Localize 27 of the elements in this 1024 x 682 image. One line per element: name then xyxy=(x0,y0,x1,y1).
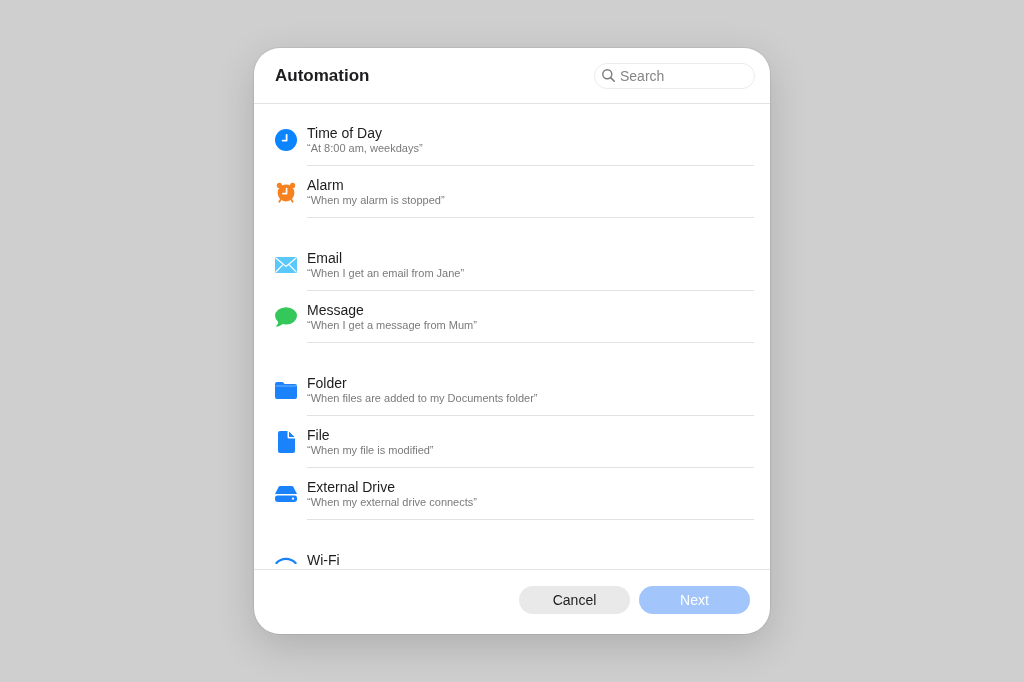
trigger-title[interactable]: Email xyxy=(307,250,342,266)
trigger-description: “When my file is modified” xyxy=(307,443,434,458)
trigger-description: “At 8:00 am, weekdays” xyxy=(307,141,423,156)
trigger-title[interactable]: Wi-Fi xyxy=(307,552,340,568)
envelope-icon xyxy=(275,257,297,273)
document-icon xyxy=(277,431,295,453)
wifi-icon xyxy=(275,556,297,564)
search-field[interactable]: Search xyxy=(594,62,755,89)
trigger-title[interactable]: Message xyxy=(307,302,364,318)
trigger-description: “When my external drive connects” xyxy=(307,495,477,510)
trigger-description: “When I get a message from Mum” xyxy=(307,318,477,333)
trigger-description: “When my alarm is stopped” xyxy=(307,193,445,208)
trigger-title[interactable]: Time of Day xyxy=(307,125,382,141)
dialog-title: Automation xyxy=(275,64,370,87)
trigger-title[interactable]: Alarm xyxy=(307,177,344,193)
trigger-title[interactable]: File xyxy=(307,427,330,443)
trigger-description: “When files are added to my Documents folder” xyxy=(307,391,538,406)
trigger-description: “When I get an email from Jane” xyxy=(307,266,465,281)
external-drive-icon xyxy=(275,486,297,502)
clock-icon xyxy=(275,129,297,151)
trigger-title[interactable]: Folder xyxy=(307,375,347,391)
cancel-button[interactable]: Cancel xyxy=(519,586,630,614)
search-icon xyxy=(602,69,615,82)
trigger-title[interactable]: External Drive xyxy=(307,479,395,495)
folder-icon xyxy=(275,381,297,399)
speech-bubble-icon xyxy=(275,307,297,327)
alarm-clock-icon xyxy=(275,181,297,203)
